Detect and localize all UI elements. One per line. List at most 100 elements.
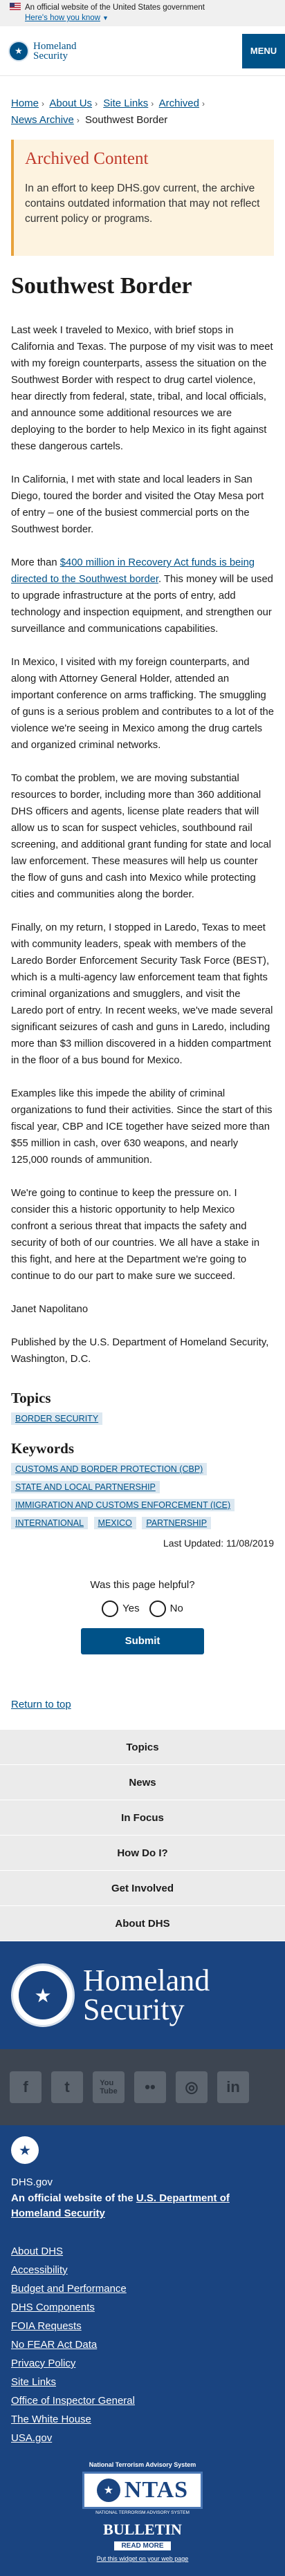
footer-link[interactable]: Site Links: [11, 2373, 274, 2391]
ntas-bulletin: BULLETIN: [103, 2521, 182, 2538]
footer-link[interactable]: Budget and Performance: [11, 2279, 274, 2298]
archived-notice: Archived Content In an effort to keep DH…: [11, 140, 274, 256]
topics-heading: Topics: [11, 1390, 51, 1406]
breadcrumb: Home › About Us › Site Links › Archived › Ne…: [0, 76, 285, 129]
brand-line1: Homeland: [83, 1963, 210, 1997]
ntas-widget[interactable]: National Terrorism Advisory System ★ NTA…: [0, 2452, 285, 2576]
paragraph: To combat the problem, we are moving sub…: [11, 773, 271, 900]
footer-brand[interactable]: ★ Homeland Security: [0, 1941, 285, 2049]
footer-nav-how-do-i[interactable]: How Do I?: [0, 1836, 285, 1871]
keyword-tag[interactable]: INTERNATIONAL: [11, 1517, 89, 1529]
gov-banner: An official website of the United States…: [0, 0, 285, 26]
footer-link[interactable]: Accessibility: [11, 2261, 274, 2279]
footer-link[interactable]: About DHS: [11, 2242, 274, 2261]
breadcrumb-archived[interactable]: Archived: [159, 97, 199, 109]
paragraph: More than $400 million in Recovery Act f…: [11, 557, 273, 635]
heres-how-you-know-link[interactable]: Here's how you know ▼: [10, 13, 275, 24]
breadcrumb-current: Southwest Border: [85, 114, 168, 126]
breadcrumb-about-us[interactable]: About Us: [49, 97, 92, 109]
footer-nav-topics[interactable]: Topics: [0, 1730, 285, 1765]
paragraph: Examples like this impede the ability of…: [11, 1088, 273, 1166]
ntas-read-more[interactable]: READ MORE: [114, 2541, 171, 2550]
chevron-right-icon: ›: [151, 99, 154, 109]
keywords-heading: Keywords: [11, 1440, 74, 1457]
dhs-seal-icon: ★: [96, 2479, 120, 2502]
keyword-tag[interactable]: CUSTOMS AND BORDER PROTECTION (CBP): [11, 1463, 208, 1475]
dhs-seal-icon: ★: [8, 40, 29, 62]
footer-links: About DHS Accessibility Budget and Perfo…: [11, 2242, 274, 2447]
footer-nav: Topics News In Focus How Do I? Get Invol…: [0, 1730, 285, 1941]
dhs-seal-icon: ★: [11, 1963, 75, 2027]
menu-button[interactable]: MENU: [242, 33, 285, 68]
gov-banner-text: An official website of the United States…: [25, 3, 205, 12]
site-footer: ★ DHS.gov An official website of the U.S…: [0, 2125, 285, 2452]
linkedin-icon[interactable]: in: [217, 2071, 249, 2103]
archived-title: Archived Content: [25, 149, 149, 168]
footer-link[interactable]: No FEAR Act Data: [11, 2335, 274, 2354]
ntas-top-label: National Terrorism Advisory System: [89, 2461, 196, 2468]
chevron-right-icon: ›: [42, 99, 45, 109]
logo-line1: Homeland: [33, 40, 77, 52]
feedback-no[interactable]: No: [149, 1600, 183, 1617]
signature: Janet Napolitano: [11, 1304, 89, 1315]
breadcrumb-news-archive[interactable]: News Archive: [11, 114, 74, 126]
chevron-right-icon: ›: [76, 115, 80, 125]
keyword-tag[interactable]: STATE AND LOCAL PARTNERSHIP: [11, 1481, 160, 1493]
published-by: Published by the U.S. Department of Home…: [11, 1337, 269, 1365]
dhs-logo[interactable]: ★ Homeland Security: [8, 40, 77, 62]
topics-list: BORDER SECURITY: [0, 1412, 285, 1430]
footer-link[interactable]: The White House: [11, 2410, 274, 2429]
footer-nav-about-dhs[interactable]: About DHS: [0, 1906, 285, 1941]
topic-tag[interactable]: BORDER SECURITY: [11, 1412, 103, 1425]
last-updated: Last Updated: 11/08/2019: [163, 1538, 274, 1549]
facebook-icon[interactable]: f: [10, 2071, 42, 2103]
keyword-tag[interactable]: IMMIGRATION AND CUSTOMS ENFORCEMENT (ICE…: [11, 1499, 235, 1511]
breadcrumb-site-links[interactable]: Site Links: [103, 97, 148, 109]
page-title: Southwest Border: [11, 273, 192, 299]
chevron-down-icon: ▼: [102, 15, 109, 21]
feedback-form: Was this page helpful? Yes No Submit: [0, 1549, 285, 1654]
paragraph: In California, I met with state and loca…: [11, 474, 264, 535]
chevron-right-icon: ›: [201, 99, 205, 109]
keywords-list: CUSTOMS AND BORDER PROTECTION (CBP) STAT…: [0, 1463, 285, 1535]
breadcrumb-home[interactable]: Home: [11, 97, 39, 109]
keyword-tag[interactable]: MEXICO: [93, 1517, 136, 1529]
feedback-question: Was this page helpful?: [90, 1579, 195, 1591]
paragraph: We're going to continue to keep the pres…: [11, 1188, 260, 1282]
flickr-icon[interactable]: ••: [134, 2071, 166, 2103]
footer-nav-in-focus[interactable]: In Focus: [0, 1800, 285, 1836]
youtube-icon[interactable]: You Tube: [93, 2071, 125, 2103]
us-flag-icon: [10, 3, 21, 10]
paragraph: Finally, on my return, I stopped in Lare…: [11, 922, 273, 1066]
archived-text: In an effort to keep DHS.gov current, th…: [25, 183, 260, 225]
feedback-yes[interactable]: Yes: [102, 1600, 140, 1617]
submit-button[interactable]: Submit: [81, 1628, 204, 1654]
paragraph: In Mexico, I visited with my foreign cou…: [11, 657, 275, 751]
footer-nav-news[interactable]: News: [0, 1765, 285, 1800]
return-to-top-link[interactable]: Return to top: [11, 1699, 71, 1710]
footer-link[interactable]: FOIA Requests: [11, 2317, 274, 2335]
ntas-sub: NATIONAL TERRORISM ADVISORY SYSTEM: [82, 2509, 203, 2517]
ntas-word: NTAS: [124, 2477, 189, 2503]
twitter-icon[interactable]: t: [51, 2071, 83, 2103]
ntas-widget-link[interactable]: Put this widget on your web page: [82, 2555, 203, 2562]
instagram-icon[interactable]: ◎: [176, 2071, 208, 2103]
footer-official: An official website of the U.S. Departme…: [11, 2192, 230, 2219]
radio-yes[interactable]: [102, 1600, 119, 1617]
site-header: ★ Homeland Security MENU: [0, 26, 285, 76]
social-links: f t You Tube •• ◎ in: [0, 2049, 285, 2125]
chevron-right-icon: ›: [95, 99, 98, 109]
radio-no[interactable]: [149, 1600, 166, 1617]
footer-nav-get-involved[interactable]: Get Involved: [0, 1871, 285, 1906]
logo-line2: Security: [33, 50, 68, 62]
footer-site-name: DHS.gov: [11, 2176, 53, 2188]
keyword-tag[interactable]: PARTNERSHIP: [142, 1517, 212, 1529]
dhs-seal-icon: ★: [11, 2136, 39, 2164]
paragraph: Last week I traveled to Mexico, with bri…: [11, 325, 273, 452]
footer-link[interactable]: USA.gov: [11, 2429, 274, 2447]
article-body: Last week I traveled to Mexico, with bri…: [0, 300, 285, 1368]
footer-link[interactable]: Privacy Policy: [11, 2354, 274, 2373]
brand-line2: Security: [83, 1992, 185, 2026]
footer-link[interactable]: DHS Components: [11, 2298, 274, 2317]
footer-link[interactable]: Office of Inspector General: [11, 2391, 274, 2410]
